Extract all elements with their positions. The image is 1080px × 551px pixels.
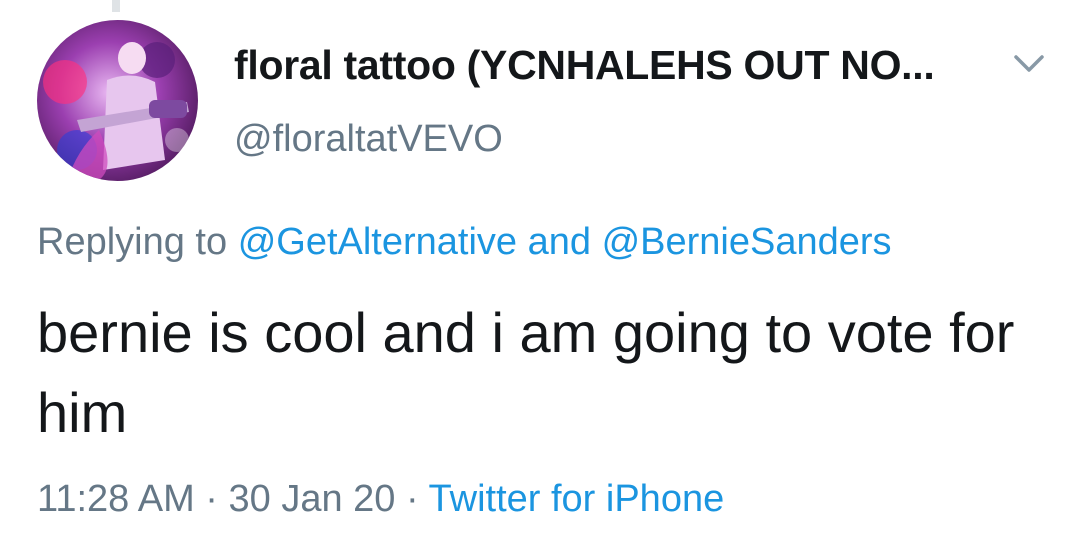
avatar[interactable]	[37, 20, 198, 181]
reply-prefix: Replying to	[37, 221, 228, 263]
display-name[interactable]: floral tattoo (YCNHALEHS OUT NO...	[234, 42, 935, 89]
separator: ·	[205, 478, 218, 520]
replying-to: Replying to @GetAlternative and @BernieS…	[37, 221, 892, 264]
tweet-date[interactable]: 30 Jan 20	[229, 478, 396, 520]
thread-connector-line	[112, 0, 120, 12]
reply-conjunction[interactable]: and	[528, 221, 591, 263]
tweet-text: bernie is cool and i am going to vote fo…	[37, 301, 1015, 444]
tweet-source-link[interactable]: Twitter for iPhone	[429, 478, 725, 520]
separator: ·	[406, 478, 419, 520]
mention-link[interactable]: @GetAlternative	[238, 221, 517, 263]
user-handle[interactable]: @floraltatVEVO	[234, 118, 503, 161]
avatar-image	[37, 20, 198, 181]
tweet-time[interactable]: 11:28 AM	[37, 478, 195, 520]
chevron-down-icon[interactable]	[1012, 52, 1046, 76]
tweet-card: floral tattoo (YCNHALEHS OUT NO... @flor…	[0, 0, 1080, 551]
mention-link[interactable]: @BernieSanders	[602, 221, 892, 263]
tweet-metadata: 11:28 AM · 30 Jan 20 · Twitter for iPhon…	[37, 478, 724, 521]
